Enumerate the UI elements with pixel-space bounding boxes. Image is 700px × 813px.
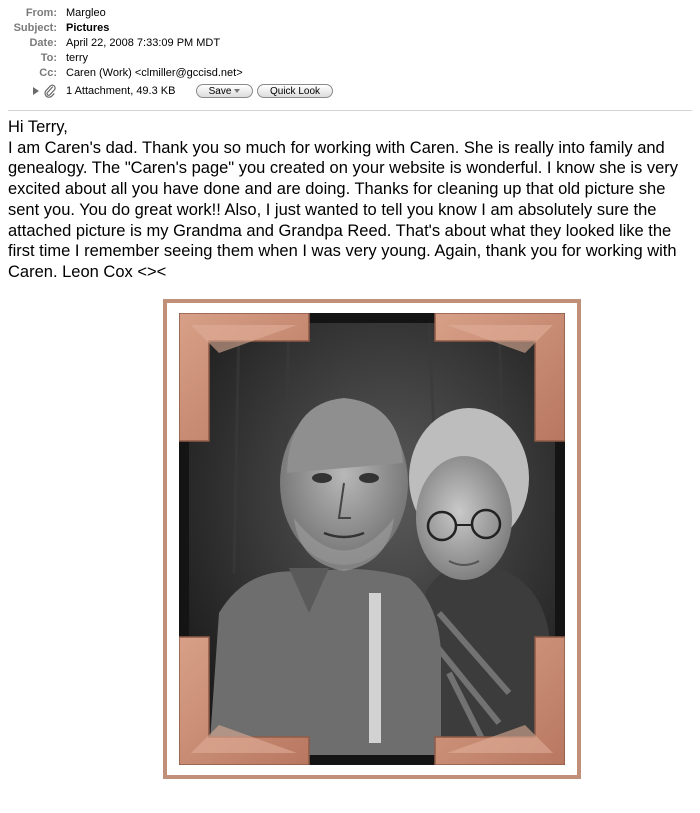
header-label: Subject: <box>13 22 57 34</box>
quick-look-label: Quick Look <box>269 86 321 97</box>
cc-value[interactable]: Caren (Work) <clmiller@gccisd.net> <box>66 66 243 81</box>
header-label: To: <box>40 52 57 64</box>
subject-value: Pictures <box>66 22 110 34</box>
header-label: Date: <box>29 37 57 49</box>
from-value[interactable]: Margleo <box>66 6 106 21</box>
header-label: From: <box>25 7 57 19</box>
disclosure-triangle-icon[interactable] <box>33 87 39 95</box>
chevron-down-icon <box>234 89 241 94</box>
message-headers: From: Margleo Subject: Pictures Date: Ap… <box>0 6 700 101</box>
greeting: Hi Terry, <box>8 118 68 136</box>
save-label: Save <box>208 86 232 97</box>
header-subject: Subject: Pictures <box>0 21 700 36</box>
message-body: Hi Terry, I am Caren's dad. Thank you so… <box>8 117 694 283</box>
header-divider <box>8 110 692 111</box>
header-label: Cc: <box>39 67 57 79</box>
save-button[interactable]: Save <box>196 84 253 98</box>
header-date: Date: April 22, 2008 7:33:09 PM MDT <box>0 36 700 51</box>
date-value: April 22, 2008 7:33:09 PM MDT <box>66 37 221 49</box>
header-to: To: terry <box>0 51 700 66</box>
header-cc: Cc: Caren (Work) <clmiller@gccisd.net> <box>0 66 700 81</box>
quick-look-button[interactable]: Quick Look <box>257 84 333 98</box>
attached-photo[interactable] <box>179 313 565 765</box>
attachment-summary: 1 Attachment, 49.3 KB <box>66 85 176 97</box>
to-value[interactable]: terry <box>66 51 88 66</box>
header-from: From: Margleo <box>0 6 700 21</box>
photo-illustration <box>179 313 565 765</box>
message-text: I am Caren's dad. Thank you so much for … <box>8 138 679 281</box>
paperclip-icon <box>44 84 56 98</box>
attachment-row: 1 Attachment, 49.3 KB Save Quick Look <box>0 82 700 101</box>
